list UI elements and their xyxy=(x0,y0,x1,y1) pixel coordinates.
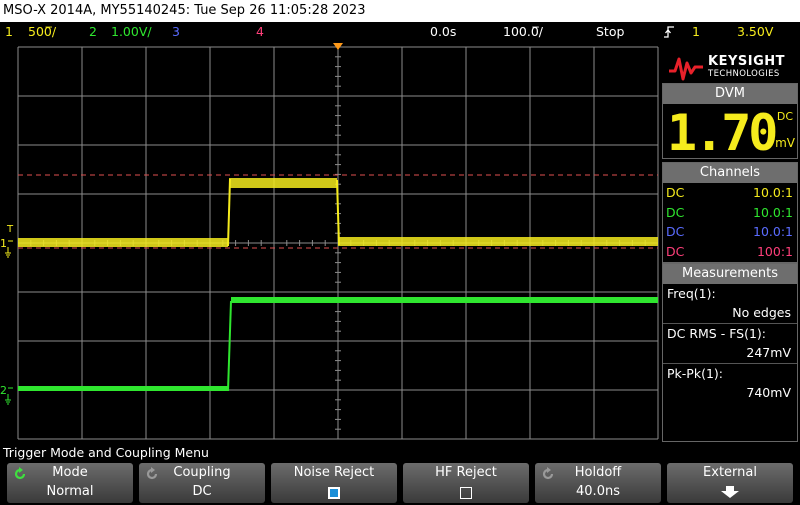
ch4-number[interactable]: 4 xyxy=(256,22,264,41)
ch2-ground-marker[interactable]: 2 xyxy=(0,384,13,405)
measurement-value: 740mV xyxy=(746,385,791,400)
measurement-item[interactable]: Freq(1): No edges xyxy=(663,284,797,323)
dvm-value: 1.70 xyxy=(667,104,778,162)
channel-row-4[interactable]: DC 100:1 xyxy=(663,242,797,262)
coupling-softkey[interactable]: Coupling DC xyxy=(139,463,265,503)
graticule: T 1 2 xyxy=(0,43,659,440)
channel-probe-ratio: 10.0:1 xyxy=(753,224,793,239)
window-title: MSO-X 2014A, MY55140245: Tue Sep 26 11:0… xyxy=(0,0,800,22)
dvm-header: DVM xyxy=(663,84,797,104)
channels-panel[interactable]: Channels DC 10.0:1 DC 10.0:1 DC 10.0:1 DC 100:1 xyxy=(662,162,798,263)
measurement-item[interactable]: DC RMS - FS(1): 247mV xyxy=(663,323,797,363)
dvm-unit: mV xyxy=(775,136,795,150)
channel-probe-ratio: 10.0:1 xyxy=(753,185,793,200)
hf-reject-label: HF Reject xyxy=(435,465,497,480)
ch1-ground-marker[interactable]: 1 xyxy=(0,237,13,258)
channel-coupling: DC xyxy=(666,185,685,200)
brand-logo: KEYSIGHT TECHNOLOGIES xyxy=(668,49,798,85)
run-state: Stop xyxy=(596,24,625,39)
channel-probe-ratio: 100:1 xyxy=(756,243,793,259)
noise-reject-checkbox[interactable] xyxy=(328,487,340,499)
entry-knob-icon xyxy=(14,467,26,480)
entry-knob-icon xyxy=(146,467,158,480)
noise-reject-softkey[interactable]: Noise Reject xyxy=(271,463,397,503)
channel-coupling: DC xyxy=(666,224,685,239)
measurements-panel[interactable]: Measurements Freq(1): No edges DC RMS - FS… xyxy=(662,263,798,442)
mode-softkey[interactable]: Mode Normal xyxy=(7,463,133,503)
waveform-display[interactable]: T 1 2 xyxy=(0,41,660,443)
dvm-mode: DC xyxy=(776,110,793,123)
dvm-panel[interactable]: DVM 1.70 DC mV xyxy=(662,83,798,159)
timebase-scale[interactable]: 100.0̅/ xyxy=(503,22,543,41)
brand-sub: TECHNOLOGIES xyxy=(708,69,780,79)
measurement-item[interactable]: Pk-Pk(1): 740mV xyxy=(663,363,797,403)
trigger-level-marker[interactable]: T xyxy=(6,224,14,235)
ch2-scale[interactable]: 1.00V/ xyxy=(111,22,152,41)
channel-coupling: DC xyxy=(666,243,685,259)
measurement-label: Pk-Pk(1): xyxy=(667,366,723,381)
svg-text:1: 1 xyxy=(0,237,7,250)
channel-row-2[interactable]: DC 10.0:1 xyxy=(663,203,797,223)
measurements-header: Measurements xyxy=(663,264,797,284)
measurement-value: 247mV xyxy=(746,345,791,360)
menu-title: Trigger Mode and Coupling Menu xyxy=(0,443,660,462)
hf-reject-checkbox[interactable] xyxy=(460,487,472,499)
ch1-scale[interactable]: 500̅/ xyxy=(28,22,56,41)
external-label: External xyxy=(703,465,757,480)
mode-value: Normal xyxy=(46,484,94,499)
trigger-source[interactable]: 1 xyxy=(692,22,700,41)
channels-header: Channels xyxy=(663,163,797,183)
noise-reject-label: Noise Reject xyxy=(293,465,375,480)
measurement-value: No edges xyxy=(732,305,791,320)
coupling-value: DC xyxy=(192,484,212,499)
softkey-bar: Mode Normal Coupling DC Noise Reject HF … xyxy=(0,462,800,503)
trigger-level[interactable]: 3.50V xyxy=(737,22,773,41)
horizontal-delay[interactable]: 0.0s xyxy=(430,22,456,41)
keysight-wave-icon xyxy=(669,57,703,81)
channel-probe-ratio: 10.0:1 xyxy=(753,204,793,220)
ch1-number[interactable]: 1 xyxy=(5,22,13,41)
status-bar: 1 500̅/ 2 1.00V/ 3 4 0.0s 100.0̅/ Stop 1… xyxy=(0,22,800,41)
channel-coupling: DC xyxy=(666,204,685,220)
hf-reject-softkey[interactable]: HF Reject xyxy=(403,463,529,503)
entry-knob-icon xyxy=(542,467,554,480)
svg-text:2: 2 xyxy=(0,384,7,397)
side-panel: KEYSIGHT TECHNOLOGIES DVM 1.70 DC mV Cha… xyxy=(660,41,800,443)
holdoff-softkey[interactable]: Holdoff 40.0ns xyxy=(535,463,661,503)
channel-row-1[interactable]: DC 10.0:1 xyxy=(663,183,797,203)
ch1-waveform xyxy=(18,178,658,247)
brand-name: KEYSIGHT xyxy=(708,54,785,69)
channel-row-3[interactable]: DC 10.0:1 xyxy=(663,222,797,242)
external-softkey[interactable]: External xyxy=(667,463,793,503)
ch3-number[interactable]: 3 xyxy=(172,22,180,41)
ch2-number[interactable]: 2 xyxy=(89,22,97,41)
measurement-label: Freq(1): xyxy=(667,286,716,301)
holdoff-value: 40.0ns xyxy=(576,484,620,499)
arrow-down-icon xyxy=(721,486,739,498)
measurement-label: DC RMS - FS(1): xyxy=(667,326,767,341)
